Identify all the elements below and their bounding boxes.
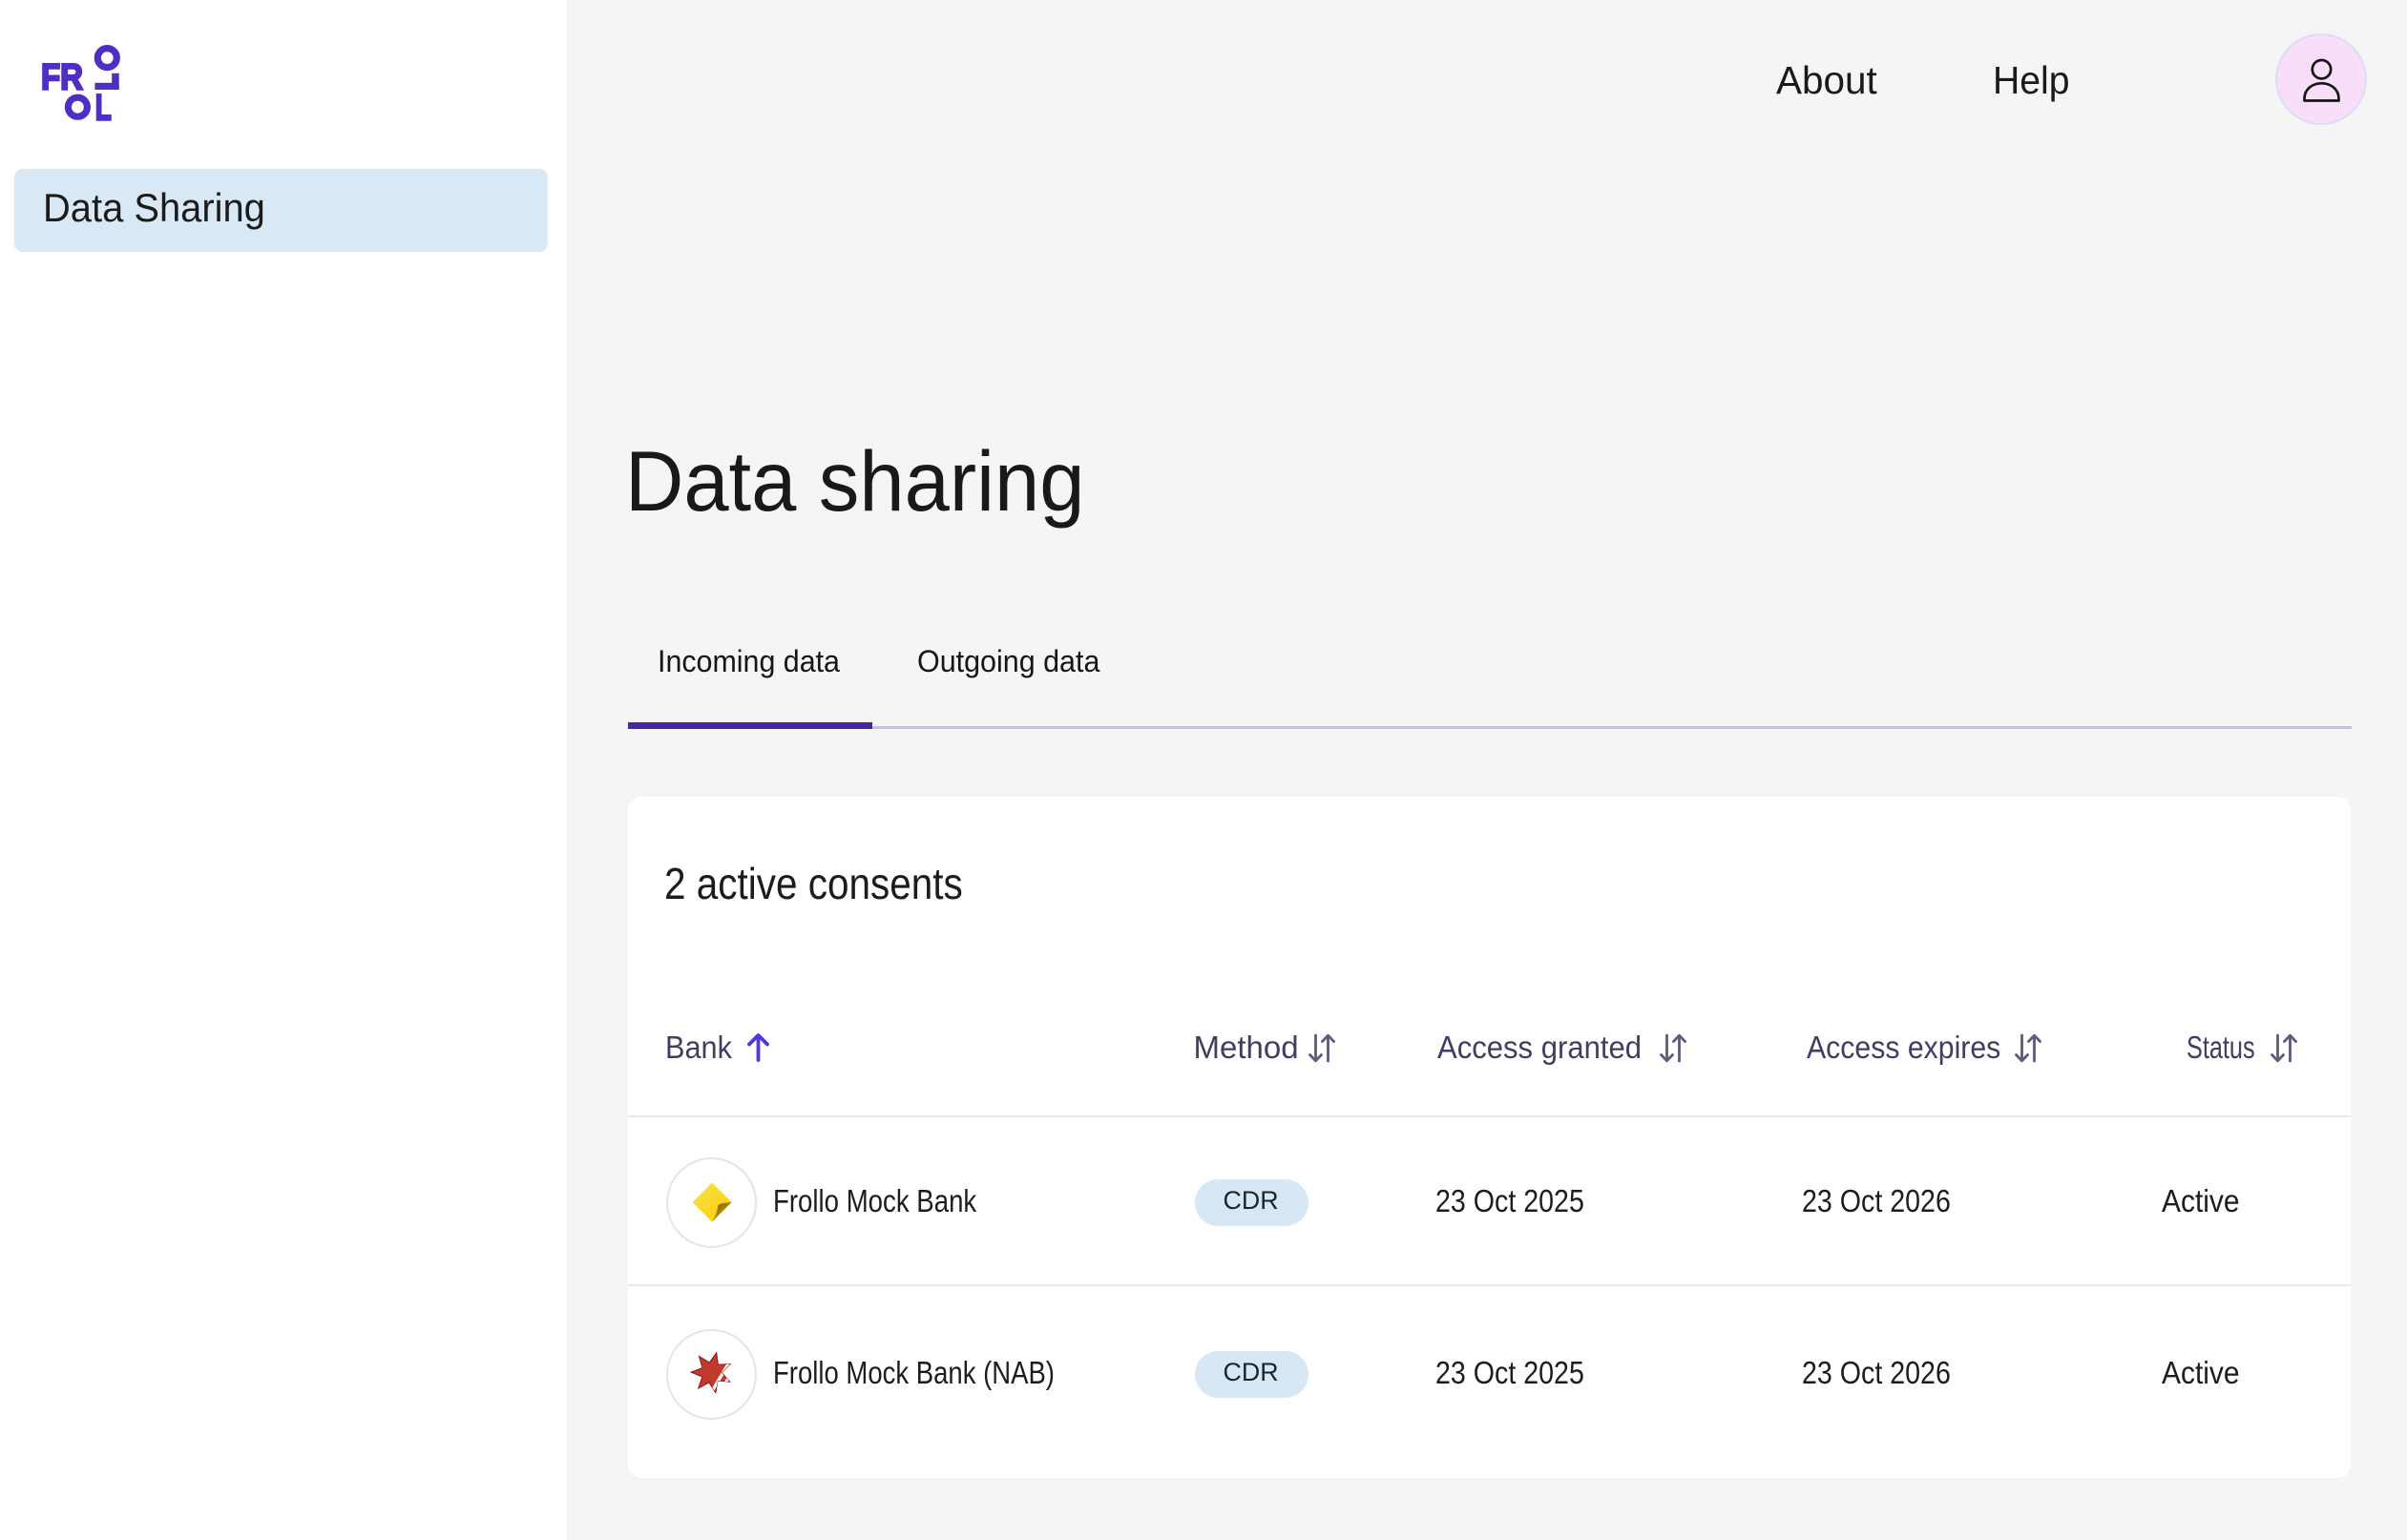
svg-text:FR: FR [41,58,83,98]
svg-text:L: L [95,89,112,123]
